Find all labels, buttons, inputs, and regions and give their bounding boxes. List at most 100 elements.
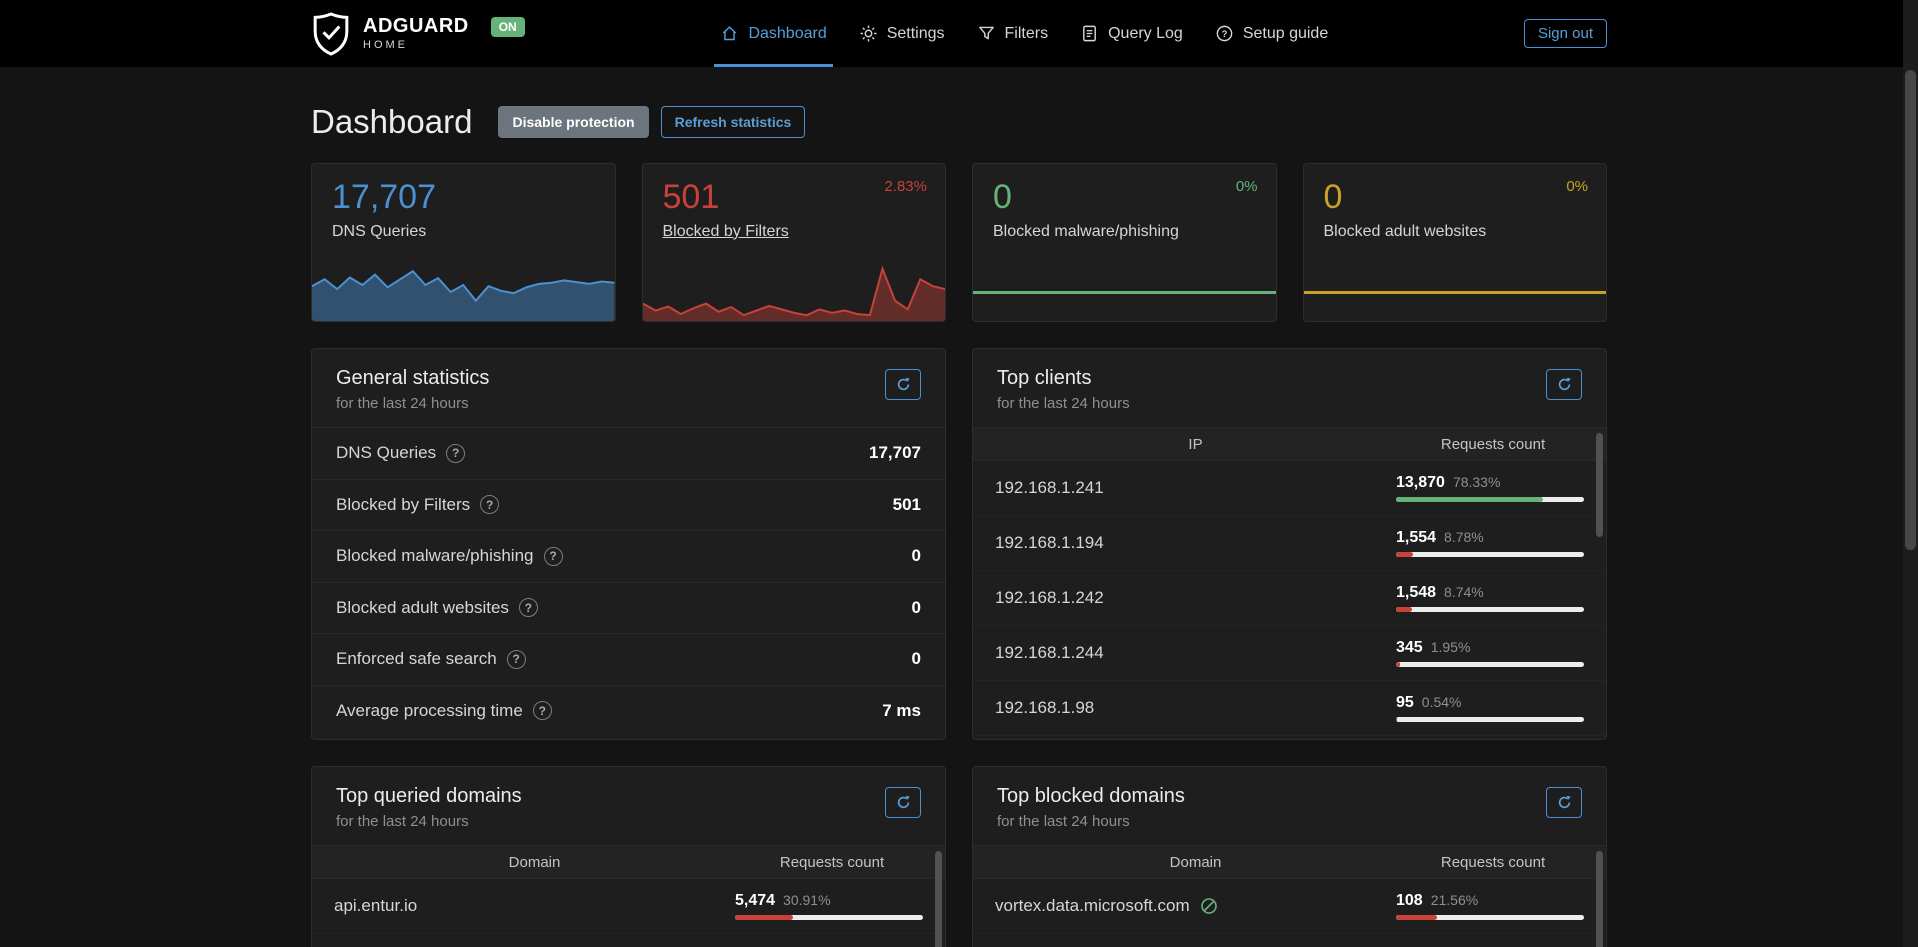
table-row: api.entur.io 5,47430.91% <box>312 879 945 934</box>
client-ip: 192.168.1.242 <box>995 588 1396 608</box>
client-ip: 192.168.1.241 <box>995 478 1396 498</box>
adult-percent: 0% <box>1566 178 1588 195</box>
panel-grid: General statistics for the last 24 hours… <box>311 348 1607 947</box>
refresh-icon <box>1557 795 1572 810</box>
help-icon[interactable] <box>533 701 552 720</box>
blocked-adult-label: Blocked adult websites <box>1324 223 1487 241</box>
sign-out-button[interactable]: Sign out <box>1524 19 1607 48</box>
refresh-top-queried-button[interactable] <box>885 787 921 818</box>
dashboard-page: Dashboard Disable protection Refresh sta… <box>311 103 1607 947</box>
request-percent: 0.54% <box>1422 694 1462 710</box>
document-icon <box>1080 24 1099 43</box>
panel-subtitle: for the last 24 hours <box>997 395 1130 412</box>
table-header: Domain Requests count <box>973 845 1606 879</box>
panel-subtitle: for the last 24 hours <box>997 813 1185 830</box>
svg-text:?: ? <box>1221 29 1227 40</box>
stat-row: Blocked by Filters 501 <box>312 479 945 531</box>
nav-label: Dashboard <box>748 25 826 43</box>
column-header-domain: Domain <box>995 854 1396 871</box>
nav-query-log[interactable]: Query Log <box>1074 0 1189 67</box>
nav-setup-guide[interactable]: ? Setup guide <box>1209 0 1334 67</box>
top-clients-rows: 192.168.1.241 13,87078.33% 192.168.1.194… <box>973 461 1606 736</box>
blocked-percent: 2.83% <box>884 178 927 195</box>
usage-bar-track <box>1396 915 1584 920</box>
panel-title: General statistics <box>336 367 489 390</box>
stat-row: Blocked adult websites 0 <box>312 582 945 634</box>
nav-settings[interactable]: Settings <box>853 0 951 67</box>
dns-queries-sparkline <box>312 263 615 321</box>
usage-bar-fill <box>1396 497 1543 502</box>
request-count: 108 <box>1396 892 1423 910</box>
usage-bar-fill <box>1396 717 1397 722</box>
request-percent: 8.74% <box>1444 584 1484 600</box>
blocked-by-filters-link[interactable]: Blocked by Filters <box>663 223 789 241</box>
stat-row-label: Average processing time <box>336 701 523 721</box>
request-count: 1,548 <box>1396 584 1436 602</box>
blocked-adult-card: 0% 0 Blocked adult websites <box>1303 163 1608 322</box>
help-icon[interactable] <box>446 444 465 463</box>
stat-row-value: 0 <box>912 546 921 566</box>
usage-bar-fill <box>1396 552 1413 557</box>
blocked-malware-value: 0 <box>993 180 1256 216</box>
request-count: 345 <box>1396 639 1423 657</box>
help-icon[interactable] <box>507 650 526 669</box>
usage-bar-track <box>1396 662 1584 667</box>
help-icon[interactable] <box>544 547 563 566</box>
panel-scrollbar[interactable] <box>1596 851 1603 947</box>
page-scrollbar[interactable] <box>1903 0 1918 947</box>
nav-dashboard[interactable]: Dashboard <box>714 0 832 67</box>
usage-bar-track <box>1396 552 1584 557</box>
refresh-general-statistics-button[interactable] <box>885 369 921 400</box>
panel-title: Top blocked domains <box>997 785 1185 808</box>
page-title: Dashboard <box>311 103 472 141</box>
main-nav: Dashboard Settings Filte <box>525 0 1524 67</box>
top-blocked-domains-panel: Top blocked domains for the last 24 hour… <box>972 766 1607 947</box>
stat-row-label: DNS Queries <box>336 443 436 463</box>
nav-filters[interactable]: Filters <box>971 0 1055 67</box>
refresh-top-clients-button[interactable] <box>1546 369 1582 400</box>
stat-row-value: 0 <box>912 598 921 618</box>
shield-logo-icon <box>311 11 351 57</box>
disable-protection-button[interactable]: Disable protection <box>498 106 648 139</box>
adguard-home-logo[interactable]: ADGUARD HOME ON <box>311 11 525 57</box>
panel-scrollbar[interactable] <box>935 851 942 947</box>
nav-label: Filters <box>1005 25 1049 43</box>
stat-cards-row: 17,707 DNS Queries 2.83% 501 Blocked by … <box>311 163 1607 322</box>
request-percent: 1.95% <box>1431 639 1471 655</box>
table-header: IP Requests count <box>973 427 1606 461</box>
refresh-icon <box>896 795 911 810</box>
table-row: 192.168.1.98 950.54% <box>973 681 1606 736</box>
panel-subtitle: for the last 24 hours <box>336 395 489 412</box>
top-queried-domains-panel: Top queried domains for the last 24 hour… <box>311 766 946 947</box>
stat-row: DNS Queries 17,707 <box>312 427 945 479</box>
general-statistics-rows: DNS Queries 17,707 Blocked by Filters 50… <box>312 427 945 736</box>
stat-row: Blocked malware/phishing 0 <box>312 530 945 582</box>
funnel-icon <box>977 24 996 43</box>
refresh-statistics-button[interactable]: Refresh statistics <box>661 106 806 139</box>
panel-title: Top queried domains <box>336 785 522 808</box>
malware-percent: 0% <box>1236 178 1258 195</box>
page-scrollbar-thumb[interactable] <box>1905 70 1916 550</box>
help-icon[interactable] <box>519 598 538 617</box>
nav-label: Settings <box>887 25 945 43</box>
adult-sparkline-flat <box>1304 291 1607 294</box>
brand-name: ADGUARD <box>363 16 469 37</box>
help-icon[interactable] <box>480 495 499 514</box>
stat-row-label: Blocked malware/phishing <box>336 546 534 566</box>
stat-row-label: Blocked by Filters <box>336 495 470 515</box>
panel-subtitle: for the last 24 hours <box>336 813 522 830</box>
refresh-top-blocked-button[interactable] <box>1546 787 1582 818</box>
home-icon <box>720 24 739 43</box>
dns-queries-card: 17,707 DNS Queries <box>311 163 616 322</box>
stat-row: Enforced safe search 0 <box>312 633 945 685</box>
blocked-adult-value: 0 <box>1324 180 1587 216</box>
table-row: 192.168.1.241 13,87078.33% <box>973 461 1606 516</box>
panel-scrollbar[interactable] <box>1596 433 1603 537</box>
usage-bar-fill <box>1396 662 1400 667</box>
brand-text: ADGUARD HOME <box>363 16 469 51</box>
usage-bar-fill <box>735 915 793 920</box>
request-count: 13,870 <box>1396 474 1445 492</box>
request-count: 1,554 <box>1396 529 1436 547</box>
malware-sparkline-flat <box>973 291 1276 294</box>
domain-name: vortex.data.microsoft.com <box>995 896 1190 916</box>
